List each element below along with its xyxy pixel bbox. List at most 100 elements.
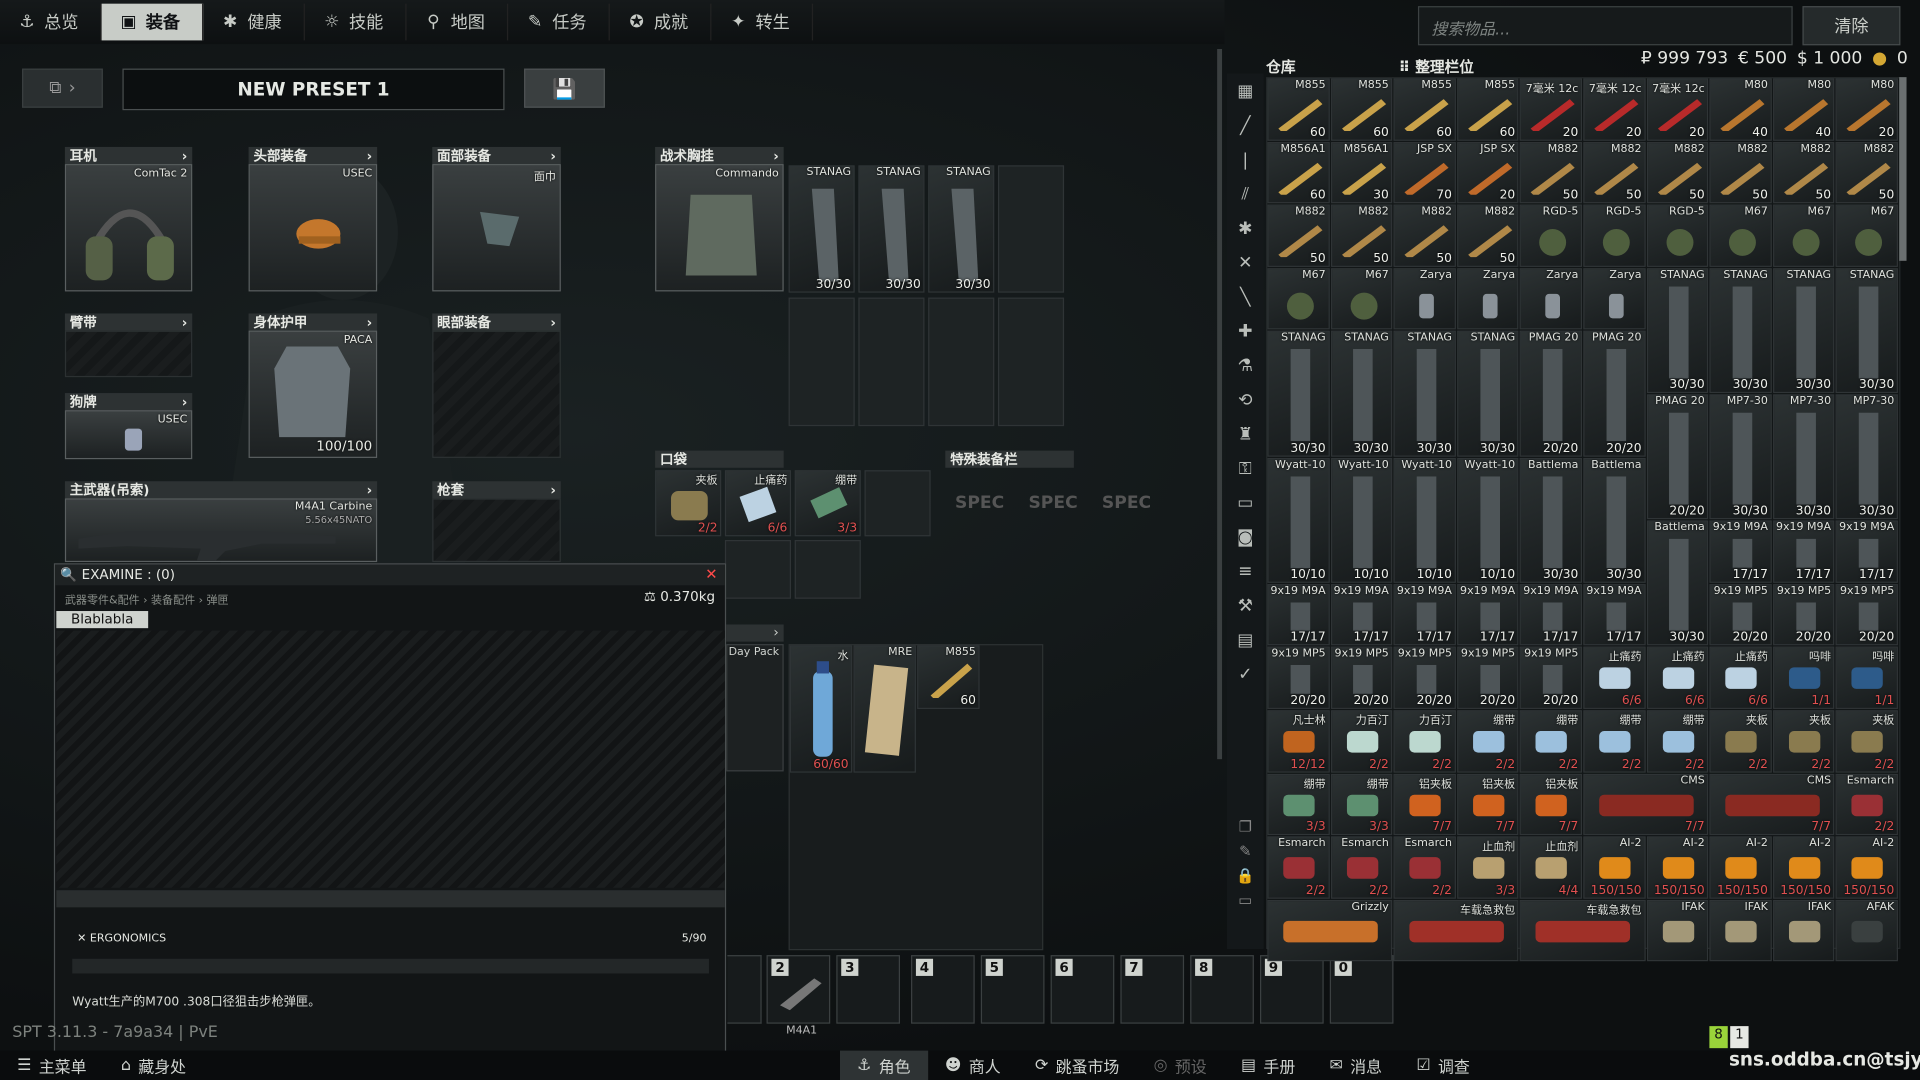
stash-item[interactable]: MP7-30 30/30 bbox=[1772, 394, 1835, 520]
main-menu-button[interactable]: ☰ 主菜单 bbox=[0, 1051, 104, 1080]
stash-item[interactable]: M882 50 bbox=[1267, 204, 1330, 267]
stash-item[interactable]: M80 20 bbox=[1835, 78, 1898, 141]
stash-item[interactable]: 7毫米 12c 20 bbox=[1520, 78, 1583, 141]
filter-backpack-icon[interactable]: ♜ bbox=[1231, 421, 1260, 448]
backpack-slot[interactable]: Day Pack bbox=[726, 644, 784, 772]
stash-item[interactable]: M882 50 bbox=[1456, 204, 1519, 267]
stash-item[interactable]: IFAK bbox=[1646, 899, 1709, 962]
flea-market-button[interactable]: ⟳ 跳蚤市场 bbox=[1018, 1051, 1137, 1080]
stash-item[interactable]: 止血剂 4/4 bbox=[1520, 836, 1583, 899]
stash-item[interactable]: Esmarch 2/2 bbox=[1835, 773, 1898, 836]
stash-item[interactable]: AI-2 150/150 bbox=[1709, 836, 1772, 899]
backpack-header-chevron[interactable]: › bbox=[726, 624, 784, 642]
stash-item[interactable]: STANAG 30/30 bbox=[1456, 331, 1519, 457]
stash-item[interactable]: 9x19 MP5 20/20 bbox=[1330, 647, 1393, 709]
stash-item[interactable]: 吗啡 1/1 bbox=[1772, 647, 1835, 709]
stash-item[interactable]: M856A1 30 bbox=[1330, 141, 1393, 204]
stash-item[interactable]: 夹板 2/2 bbox=[1772, 710, 1835, 773]
slot-tactical-rig[interactable]: 战术胸挂 › Commando bbox=[655, 146, 784, 292]
filter-provisions-icon[interactable]: ⚗ bbox=[1231, 353, 1260, 380]
stash-item[interactable]: 绷带 3/3 bbox=[1267, 773, 1330, 836]
stash-item[interactable]: M882 50 bbox=[1772, 141, 1835, 204]
stash-item[interactable]: AI-2 150/150 bbox=[1583, 836, 1646, 899]
rig-mag-1[interactable]: STANAG 30/30 bbox=[788, 165, 855, 293]
scrollbar[interactable] bbox=[1217, 48, 1223, 760]
hotbar-slot-9[interactable]: 9 bbox=[1260, 955, 1324, 1024]
rig-empty-slot[interactable] bbox=[858, 297, 925, 427]
stash-item[interactable]: CMS 7/7 bbox=[1583, 773, 1709, 836]
stash-item[interactable]: 9x19 MP5 20/20 bbox=[1456, 647, 1519, 709]
stash-item[interactable]: MP7-30 30/30 bbox=[1709, 394, 1772, 520]
stash-item[interactable]: 夹板 2/2 bbox=[1709, 710, 1772, 773]
rig-empty-slot[interactable] bbox=[997, 297, 1065, 427]
stash-item[interactable]: 9x19 MP5 20/20 bbox=[1772, 583, 1835, 646]
stash-item[interactable]: M882 50 bbox=[1520, 141, 1583, 204]
stash-item[interactable]: M882 50 bbox=[1709, 141, 1772, 204]
stash-item[interactable]: M855 60 bbox=[1393, 78, 1456, 141]
stash-item[interactable]: Zarya bbox=[1520, 267, 1583, 330]
stash-item[interactable]: PMAG 20 20/20 bbox=[1583, 331, 1646, 457]
backpack-item-mre[interactable]: MRE bbox=[853, 645, 916, 773]
stash-item[interactable]: 9x19 M9A 17/17 bbox=[1393, 583, 1456, 646]
stash-item[interactable]: M882 50 bbox=[1835, 141, 1898, 204]
filter-docs-icon[interactable]: ▤ bbox=[1231, 627, 1260, 654]
stash-item[interactable]: Wyatt-10 10/10 bbox=[1330, 457, 1393, 583]
hotbar-slot-3[interactable]: 3 bbox=[836, 955, 901, 1024]
stash-item[interactable]: 9x19 MP5 20/20 bbox=[1835, 583, 1898, 646]
stash-item[interactable]: Grizzly bbox=[1267, 899, 1393, 962]
stash-item[interactable]: AI-2 150/150 bbox=[1835, 836, 1898, 899]
filter-containers-icon[interactable]: ▭ bbox=[1231, 490, 1260, 517]
hideout-button[interactable]: ⌂ 藏身处 bbox=[104, 1051, 204, 1080]
stash-item[interactable]: Battlema 30/30 bbox=[1583, 457, 1646, 583]
pocket-item[interactable]: 夹板 2/2 bbox=[655, 470, 722, 537]
stash-item[interactable]: M67 bbox=[1709, 204, 1772, 267]
stash-item[interactable]: JSP SX 20 bbox=[1456, 141, 1519, 204]
stash-item[interactable]: 止痛药 6/6 bbox=[1646, 647, 1709, 709]
stash-item[interactable]: STANAG 30/30 bbox=[1835, 267, 1898, 394]
slot-facecover[interactable]: 面部装备 › 面巾 bbox=[432, 146, 561, 292]
stash-item[interactable]: 9x19 MP5 20/20 bbox=[1709, 583, 1772, 646]
marker-icon[interactable]: ▭ bbox=[1238, 891, 1252, 908]
stash-item[interactable]: M882 50 bbox=[1330, 204, 1393, 267]
stash-item[interactable]: 9x19 M9A 17/17 bbox=[1330, 583, 1393, 646]
stash-item[interactable]: STANAG 30/30 bbox=[1772, 267, 1835, 394]
filter-info-icon[interactable]: ≡ bbox=[1231, 558, 1260, 585]
stash-item[interactable]: 7毫米 12c 20 bbox=[1646, 78, 1709, 141]
stash-item[interactable]: AFAK bbox=[1835, 899, 1898, 962]
stash-item[interactable]: Esmarch 2/2 bbox=[1267, 836, 1330, 899]
stash-item[interactable]: 9x19 MP5 20/20 bbox=[1393, 647, 1456, 709]
stash-item[interactable]: 力百汀 2/2 bbox=[1330, 710, 1393, 773]
hotbar-slot-1[interactable] bbox=[727, 955, 762, 1024]
rig-empty-slot[interactable] bbox=[997, 165, 1065, 293]
stash-item[interactable]: Zarya bbox=[1393, 267, 1456, 330]
presets-button[interactable]: ◎ 预设 bbox=[1136, 1051, 1223, 1080]
pocket-item[interactable]: 绷带 3/3 bbox=[794, 470, 861, 537]
filter-weapons-icon[interactable]: ╱ bbox=[1231, 113, 1260, 140]
stash-item[interactable]: M882 50 bbox=[1646, 141, 1709, 204]
slot-holster[interactable]: 枪套 › bbox=[432, 481, 561, 563]
slot-eyewear[interactable]: 眼部装备 › bbox=[432, 313, 561, 458]
hotbar-slot-5[interactable]: 5 bbox=[980, 955, 1045, 1024]
special-slot-1[interactable]: SPEC bbox=[945, 470, 1014, 536]
filter-special-icon[interactable]: ⚒ bbox=[1231, 593, 1260, 620]
tab-overview[interactable]: ⚓ 总览 bbox=[0, 3, 102, 41]
stash-item[interactable]: 力百汀 2/2 bbox=[1393, 710, 1456, 773]
tab-skills[interactable]: ☼ 技能 bbox=[305, 3, 407, 41]
rig-empty-slot[interactable] bbox=[928, 297, 995, 427]
slot-earpiece[interactable]: 耳机 › ComTac 2 bbox=[64, 146, 193, 292]
lock-icon[interactable]: 🔒 bbox=[1236, 867, 1254, 884]
preset-copy-button[interactable]: ⧉ › bbox=[22, 68, 103, 108]
stash-item[interactable]: Zarya bbox=[1583, 267, 1646, 330]
stash-item[interactable]: STANAG 30/30 bbox=[1393, 331, 1456, 457]
stash-item[interactable]: IFAK bbox=[1772, 899, 1835, 962]
stash-item[interactable]: 绷带 2/2 bbox=[1520, 710, 1583, 773]
character-button[interactable]: ⚓ 角色 bbox=[839, 1050, 928, 1080]
stash-item[interactable]: 止血剂 3/3 bbox=[1456, 836, 1519, 899]
stash-item[interactable]: M855 60 bbox=[1456, 78, 1519, 141]
stash-item[interactable]: AI-2 150/150 bbox=[1772, 836, 1835, 899]
sort-table-button[interactable]: ⠿ 整理栏位 bbox=[1399, 59, 1474, 76]
filter-mods-icon[interactable]: ╲ bbox=[1231, 284, 1260, 311]
stash-item[interactable]: 车载急救包 bbox=[1520, 899, 1646, 962]
stash-item[interactable]: M855 60 bbox=[1330, 78, 1393, 141]
filter-knives-icon[interactable]: ✕ bbox=[1231, 250, 1260, 277]
